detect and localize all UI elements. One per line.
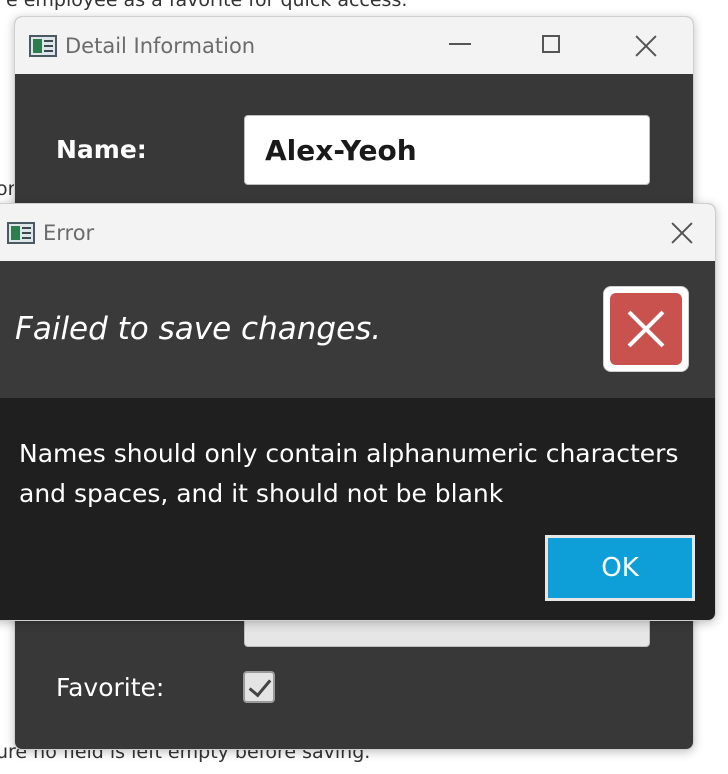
ok-button[interactable]: OK	[545, 535, 695, 601]
error-x-icon	[610, 293, 682, 365]
error-header-text: Failed to save changes.	[15, 311, 382, 347]
app-icon	[7, 222, 35, 244]
error-dialog-titlebar[interactable]: Error	[0, 204, 715, 261]
name-input[interactable]	[244, 115, 650, 185]
name-label: Name:	[56, 135, 147, 164]
detail-window-titlebar[interactable]: Detail Information	[15, 17, 693, 74]
close-icon[interactable]	[634, 34, 658, 58]
detail-window-title: Detail Information	[65, 34, 256, 58]
favorite-label: Favorite:	[56, 673, 165, 702]
app-icon	[29, 35, 57, 57]
error-icon-frame	[603, 286, 689, 372]
background-instruction-top: e employee as a favorite for quick acces…	[6, 0, 408, 11]
close-icon[interactable]	[670, 221, 694, 245]
favorite-checkbox[interactable]	[243, 671, 275, 703]
error-header: Failed to save changes.	[0, 261, 715, 398]
maximize-icon[interactable]	[542, 35, 560, 53]
error-message: Names should only contain alphanumeric c…	[19, 439, 679, 508]
checkmark-icon	[248, 673, 272, 698]
minimize-icon[interactable]	[449, 43, 471, 45]
error-dialog: Error Failed to save changes. Names shou…	[0, 203, 716, 621]
error-dialog-title: Error	[43, 221, 95, 245]
